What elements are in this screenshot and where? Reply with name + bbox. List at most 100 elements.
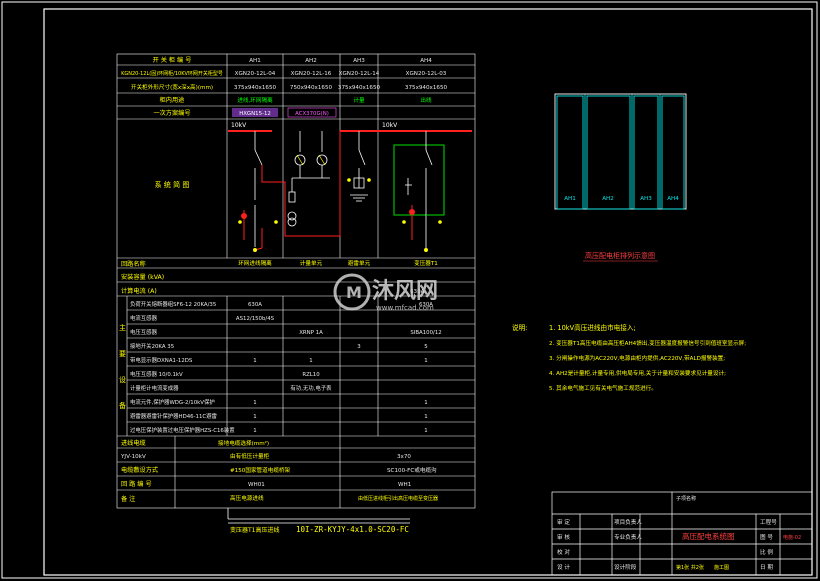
sketch-cell-3: AH3: [640, 196, 652, 202]
cable-label-code: 10I-ZR-KYJY-4x1.0-SC20-FC: [296, 525, 409, 534]
circuit-name-2: 计量单元: [300, 259, 323, 267]
equipment-name: 电流互感器: [130, 314, 158, 322]
laying-row-right: SC100-FC或电缆沟: [387, 466, 437, 474]
tb-drawing-no: 电施-02: [783, 534, 801, 541]
equipment-value: 1: [424, 358, 427, 364]
note-2: 2. 变压器T1高压电缆由高压柜AH4馈出,变压器温度报警信号引到值班室显示屏;: [549, 339, 746, 347]
equipment-value: 630A: [248, 302, 262, 308]
sketch-caption: 高压配电柜排列示意图: [585, 251, 655, 260]
note-4: 4. AH2是计量柜,计量专用,供电局专用,关于计量和安装要求见计量设计;: [549, 369, 726, 377]
bus-label-right: 10kV: [382, 122, 398, 129]
equipment-rows: 负荷开关熔断器组SF6-12 20KA/35 630A 630A电流互感器 AS12/…: [130, 300, 442, 434]
equipment-value: SIBA100/12: [410, 330, 441, 336]
col2-no: AH2: [305, 58, 317, 64]
circuit-name-1: 环网进线隔离: [238, 259, 272, 267]
col3-purpose: 计量: [353, 96, 365, 104]
laying-row-mid: #150国家管道电缆桥架: [230, 466, 291, 474]
single-line-diagram: 10kV 10kV: [228, 122, 472, 252]
col4-purpose: 出线: [420, 96, 432, 104]
col2-scheme: ACX370G(N): [295, 111, 329, 117]
tb-review: 审 核: [557, 533, 570, 541]
layout-sketch: [554, 93, 687, 210]
equipment-name: 负荷开关熔断器组SF6-12 20KA/35: [130, 300, 216, 308]
equipment-value: 1: [424, 414, 427, 420]
note-3: 3. 分闸操作电源为AC220V,电源由柜内提供,AC220V,带ALD报警装置…: [549, 354, 725, 362]
equipment-name: 电压互感器 10/0.1kV: [130, 370, 183, 378]
col4-no: AH4: [420, 58, 432, 64]
note-1: 1. 10kV高压进线由市电接入;: [549, 323, 636, 332]
drawing-canvas: 开 关 柜 编 号 KGN20-12L(固)环网柜/10KV环网开关柜型号 开关…: [1, 1, 818, 579]
equipment-value: 1: [424, 400, 427, 406]
tb-drawing-no-label: 工程号: [760, 518, 777, 526]
tb-drawing-title: 高压配电系统图: [682, 531, 735, 541]
cable-row-mid: 接地电缆选择(mm²): [218, 439, 269, 447]
row-label-scheme: 一次方案编号: [153, 109, 190, 117]
equipment-value: XRNP 1A: [299, 330, 323, 336]
circuit-name-3: 避雷单元: [348, 259, 371, 267]
col1-model: XGN20-12L-04: [235, 71, 276, 77]
row-label-capacity: 安装容量 (kVA): [121, 273, 164, 281]
row-label-circuit-name: 回路名称: [121, 260, 146, 268]
col1-scheme: HXGN15-12: [239, 111, 271, 117]
ah4-green-box: [393, 144, 445, 216]
interconnect-line: [261, 131, 341, 237]
col3-model: XGN20-12L-14: [339, 71, 380, 77]
equipment-name: 电压互感器: [130, 328, 158, 336]
watermark-url: www.mfcad.com: [376, 304, 434, 312]
col4-model: XGN20-12L-03: [406, 71, 447, 77]
tb-date-label: 日 期: [760, 564, 773, 571]
col3-no: AH3: [353, 58, 365, 64]
svg-text:设: 设: [119, 375, 126, 384]
sketch-cell-4: AH4: [667, 196, 679, 202]
equipment-name: 过电压保护装置过电压保护器HZS-C16装置: [130, 426, 235, 434]
svg-text:备: 备: [119, 401, 126, 410]
row-label-dims: 开关柜外形尺寸(宽x深x高)(mm): [131, 83, 213, 91]
note-5: 5. 其余电气施工见有关电气施工规范进行。: [549, 384, 657, 392]
equipment-value: 5: [424, 344, 427, 350]
watermark-brand: 沐风网: [372, 279, 438, 304]
row-label-cabinet-no: 开 关 柜 编 号: [153, 56, 192, 64]
equipment-value: 3: [357, 344, 360, 350]
equipment-name: 接地开关20KA 35: [130, 342, 174, 350]
cable-row-mid-val: 由有低压计量柜: [230, 452, 270, 460]
equipment-value: 1: [253, 358, 256, 364]
notes-heading: 说明:: [512, 323, 527, 332]
tb-check: 校 对: [557, 548, 570, 556]
cable-label-prefix: 变压器T1高压进线: [230, 526, 279, 534]
row-label-feeder-cable: 进线电缆: [121, 439, 146, 447]
remark-row-mid: 高压电源进线: [230, 494, 264, 502]
cable-row-left: YJV-10kV: [120, 454, 146, 460]
cable-row-right: 3x70: [397, 454, 411, 460]
circuit-name-4: 变压器T1: [414, 259, 438, 267]
watermark-logo-glyph: M: [346, 283, 362, 302]
equipment-value: 1: [309, 358, 312, 364]
tb-top-cells: 子项名称: [676, 495, 696, 502]
equipment-value: RZL10: [302, 372, 320, 378]
tb-scale-note: 第1张 共2张: [676, 564, 704, 571]
equipment-value: 1: [253, 414, 256, 420]
equipment-side-label: 主 要 设 备: [119, 323, 126, 410]
tb-spec-lead: 专业负责人: [614, 533, 642, 541]
svg-text:要: 要: [119, 350, 126, 358]
col2-dims: 750x940x1650: [290, 85, 333, 91]
col1-dims: 375x940x1650: [234, 85, 277, 91]
col4-dims: 375x940x1650: [405, 85, 448, 91]
equipment-value: AS12/150b/4S: [236, 316, 275, 322]
code-row-right: WH1: [398, 482, 412, 488]
svg-text:主: 主: [119, 323, 126, 332]
row-label-code: 回 路 编 号: [121, 480, 152, 488]
equipment-name: 避雷器避雷针保护器HD46-11C避雷: [130, 412, 217, 420]
bus-label-left: 10kV: [231, 122, 247, 129]
sketch-cell-1: AH1: [564, 196, 576, 202]
col1-no: AH1: [249, 58, 261, 64]
tb-ratio-label: 比 例: [760, 548, 773, 556]
watermark: M 沐风网 www.mfcad.com: [333, 273, 438, 312]
equipment-name: 带电显示器DXNA1-12DS: [130, 356, 193, 364]
equipment-name: 电流元件,保护器WDG-2/10kV保护: [130, 398, 215, 406]
tb-sheet-label: 图 号: [760, 533, 773, 541]
col1-purpose: 进线,环网隔离: [237, 96, 273, 104]
row-label-laying: 电缆敷设方式: [121, 466, 158, 474]
notes-block: 说明: 1. 10kV高压进线由市电接入; 2. 变压器T1高压电缆由高压柜AH…: [512, 323, 746, 392]
row-label-cabinet-model: KGN20-12L(固)环网柜/10KV环网开关柜型号: [121, 70, 223, 77]
equipment-value: 1: [253, 428, 256, 434]
